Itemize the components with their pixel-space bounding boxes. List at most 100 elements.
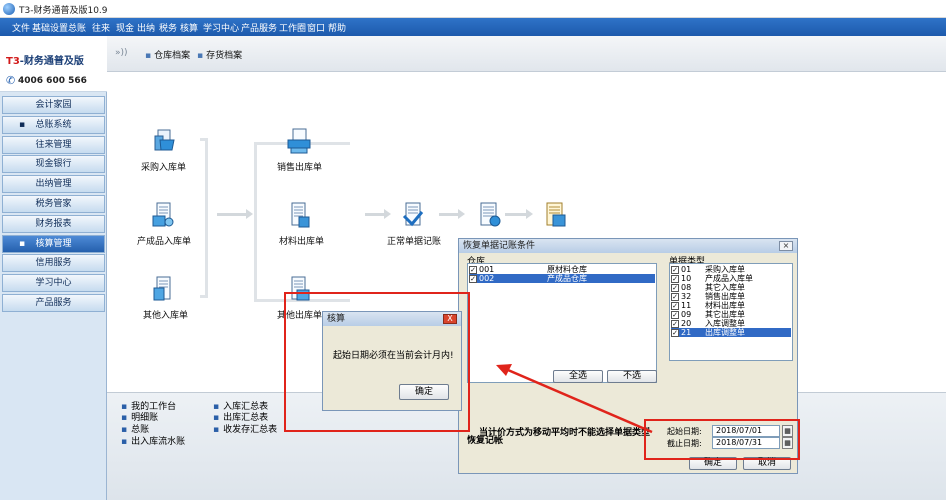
doctype-name: 材料出库单 xyxy=(705,301,745,310)
doctype-code: 21 xyxy=(681,328,692,337)
sidebar-item-label: 出纳管理 xyxy=(35,179,72,190)
sidebar-item[interactable]: 现金银行 xyxy=(2,155,105,174)
doctype-row[interactable]: ✓ 09 其它出库单 xyxy=(671,310,791,319)
flow-arrow xyxy=(505,209,533,219)
annotation-box xyxy=(284,292,470,432)
close-icon[interactable]: × xyxy=(779,241,793,251)
bullet-icon: ▪ xyxy=(19,238,26,249)
window-title-bar: T3-财务通普及版10.9 xyxy=(0,0,946,18)
doctype-name: 销售出库单 xyxy=(705,292,745,301)
doctype-code: 09 xyxy=(681,310,692,319)
menu-item[interactable]: 基础设置 xyxy=(32,21,68,34)
menu-item[interactable]: 文件 xyxy=(12,21,30,34)
tab-bullet-icon: ▪ xyxy=(145,51,152,61)
document-icon xyxy=(287,128,311,154)
doctype-code: 10 xyxy=(681,274,692,283)
checkbox[interactable]: ✓ xyxy=(671,319,679,328)
ledger-icon xyxy=(546,202,566,227)
menu-item[interactable]: 产品服务 xyxy=(241,21,277,34)
collapse-arrows-icon[interactable]: »)) xyxy=(115,48,128,58)
warehouse-row[interactable]: ✓ 002 产成品仓库 xyxy=(469,274,655,283)
checkbox[interactable]: ✓ xyxy=(469,274,477,283)
doctype-name: 产成品入库单 xyxy=(705,274,753,283)
menu-item[interactable]: 总账 xyxy=(68,21,86,34)
annotation-box xyxy=(644,419,800,460)
inbound-bracket xyxy=(200,138,208,298)
ledger-icon xyxy=(402,202,424,227)
doctype-name: 其它入库单 xyxy=(705,283,745,292)
sidebar-item[interactable]: 学习中心 xyxy=(2,274,105,293)
checkbox[interactable]: ✓ xyxy=(671,301,679,310)
doctype-row[interactable]: ✓ 11 材料出库单 xyxy=(671,301,791,310)
sidebar-item[interactable]: 信用服务 xyxy=(2,254,105,273)
sidebar-item-label: 信用服务 xyxy=(35,258,72,269)
menu-item[interactable]: 学习中心 xyxy=(203,21,239,34)
doctype-code: 20 xyxy=(681,319,692,328)
checkbox[interactable]: ✓ xyxy=(671,328,679,337)
sidebar-item[interactable]: ▪ 总账系统 xyxy=(2,115,105,134)
menu-item[interactable]: 出纳 xyxy=(137,21,155,34)
window-title: T3-财务通普及版10.9 xyxy=(19,6,108,16)
link-in-out-journal[interactable]: 出入库流水账 xyxy=(121,434,185,447)
checkbox[interactable]: ✓ xyxy=(671,274,679,283)
doctype-name: 采购入库单 xyxy=(705,265,745,274)
restore-dialog-title: 恢复单据记账条件 xyxy=(459,239,797,253)
menu-item[interactable]: 现金 xyxy=(116,21,134,34)
document-icon xyxy=(291,202,310,228)
sidebar-item-label: 往来管理 xyxy=(35,139,72,150)
tab-bullet-icon: ▪ xyxy=(197,51,204,61)
sidebar-item[interactable]: 财务报表 xyxy=(2,214,105,233)
flow-arrow xyxy=(217,209,253,219)
sidebar-item-label: 核算管理 xyxy=(35,238,72,249)
doctype-name: 其它出库单 xyxy=(705,310,745,319)
menu-bar: 文件 基础设置 总账 往来 现金 出纳 税务 核算 学习中心 产品服务 工作圈 窗口 帮助 xyxy=(0,18,946,36)
flow-arrow xyxy=(365,209,391,219)
brand-name: T3-财务通普及版 xyxy=(6,56,84,67)
doctype-code: 11 xyxy=(681,301,692,310)
link-stock-summary[interactable]: 收发存汇总表 xyxy=(213,422,277,435)
doctype-row[interactable]: ✓ 32 销售出库单 xyxy=(671,292,791,301)
sidebar-item-label: 学习中心 xyxy=(35,278,72,289)
doctype-name: 入库调整单 xyxy=(705,319,745,328)
module-toolbar: »)) ▪ 仓库档案 ▪ 存货档案 xyxy=(107,36,946,72)
sidebar-item[interactable]: 出纳管理 xyxy=(2,175,105,194)
menu-item[interactable]: 税务 xyxy=(159,21,177,34)
flow-arrow xyxy=(439,209,465,219)
bullet-icon: ▪ xyxy=(19,119,26,130)
tab-inventory-archive[interactable]: ▪ 存货档案 xyxy=(197,48,242,61)
doctype-row[interactable]: ✓ 10 产成品入库单 xyxy=(671,274,791,283)
doctype-list: ✓ 01 采购入库单 ✓ 10 产成品入库单 ✓ 08 其它入库单 ✓ 32 销售出库单 ✓ 11 材料出库… xyxy=(669,263,793,361)
warehouse-row[interactable]: ✓ 001 原材料仓库 xyxy=(469,265,655,274)
menu-item[interactable]: 往来 xyxy=(92,21,110,34)
menu-item[interactable]: 工作圈 xyxy=(279,21,306,34)
checkbox[interactable]: ✓ xyxy=(671,265,679,274)
sidebar-item[interactable]: 会计家园 xyxy=(2,96,105,114)
sidebar-item[interactable]: 往来管理 xyxy=(2,135,105,154)
brand-logo: T3-财务通普及版 ✆ 4006 600 566 xyxy=(0,36,107,92)
doctype-row[interactable]: ✓ 08 其它入库单 xyxy=(671,283,791,292)
app-icon xyxy=(3,3,15,15)
sidebar-item[interactable]: ▪ 核算管理 xyxy=(2,234,105,253)
doctype-row[interactable]: ✓ 01 采购入库单 xyxy=(671,265,791,274)
document-icon xyxy=(152,202,174,227)
doctype-row[interactable]: ✓ 20 入库调整单 xyxy=(671,319,791,328)
sidebar-item[interactable]: 产品服务 xyxy=(2,294,105,312)
annotation-arrow-icon xyxy=(496,364,653,434)
doctype-code: 01 xyxy=(681,265,692,274)
checkbox[interactable]: ✓ xyxy=(671,283,679,292)
sidebar-item-label: 财务报表 xyxy=(35,218,72,229)
ledger-icon xyxy=(480,202,501,227)
checkbox[interactable]: ✓ xyxy=(671,310,679,319)
doctype-name: 出库调整单 xyxy=(705,328,745,337)
document-icon xyxy=(153,276,171,301)
checkbox[interactable]: ✓ xyxy=(671,292,679,301)
sidebar-item[interactable]: 税务管家 xyxy=(2,195,105,213)
tab-warehouse-archive[interactable]: ▪ 仓库档案 xyxy=(145,48,190,61)
doctype-code: 32 xyxy=(681,292,692,301)
doctype-code: 08 xyxy=(681,283,692,292)
doctype-row[interactable]: ✓ 21 出库调整单 xyxy=(671,328,791,337)
checkbox[interactable]: ✓ xyxy=(469,265,477,274)
menu-item[interactable]: 帮助 xyxy=(328,21,346,34)
menu-item[interactable]: 窗口 xyxy=(307,21,325,34)
menu-item[interactable]: 核算 xyxy=(180,21,198,34)
